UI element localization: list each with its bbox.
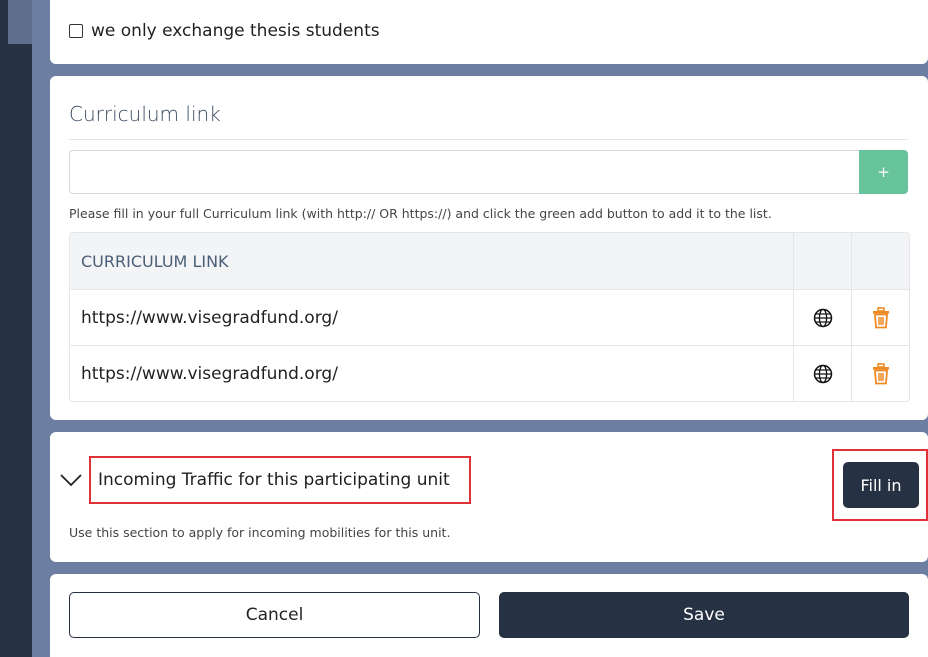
section-divider xyxy=(69,139,908,140)
thesis-checkbox-row[interactable]: we only exchange thesis students xyxy=(69,21,380,41)
thesis-checkbox-label: we only exchange thesis students xyxy=(91,21,380,41)
form-actions-card: Cancel Save xyxy=(50,574,928,657)
column-header-open xyxy=(793,233,851,289)
save-button[interactable]: Save xyxy=(499,592,909,638)
fill-in-highlight: Fill in xyxy=(832,449,928,521)
trash-icon xyxy=(872,306,889,328)
table-row: https://www.visegradfund.org/ xyxy=(70,345,909,401)
curriculum-help-text: Please fill in your full Curriculum link… xyxy=(69,206,772,221)
thesis-checkbox[interactable] xyxy=(69,24,83,38)
open-link-button[interactable] xyxy=(793,346,851,401)
curriculum-link-card: Curriculum link + Please fill in your fu… xyxy=(50,76,928,420)
cancel-button[interactable]: Cancel xyxy=(69,592,480,638)
fill-in-button[interactable]: Fill in xyxy=(843,462,919,508)
thesis-option-card: we only exchange thesis students xyxy=(50,0,928,64)
table-row: https://www.visegradfund.org/ xyxy=(70,289,909,345)
delete-link-button[interactable] xyxy=(851,346,909,401)
curriculum-link-input[interactable] xyxy=(69,150,859,194)
globe-icon xyxy=(813,364,832,383)
curriculum-link-table: CURRICULUM LINK https://www.visegradfund… xyxy=(69,232,910,402)
globe-icon xyxy=(813,308,832,327)
incoming-help-text: Use this section to apply for incoming m… xyxy=(69,525,451,540)
column-header-delete xyxy=(851,233,909,289)
left-sidebar xyxy=(0,0,32,657)
page-gutter xyxy=(32,0,50,657)
table-header-row: CURRICULUM LINK xyxy=(70,233,909,289)
incoming-traffic-title[interactable]: Incoming Traffic for this participating … xyxy=(89,456,471,504)
sidebar-active-indicator xyxy=(8,0,32,44)
open-link-button[interactable] xyxy=(793,290,851,345)
incoming-traffic-title-text: Incoming Traffic for this participating … xyxy=(98,470,450,490)
curriculum-section-title: Curriculum link xyxy=(69,102,221,126)
column-header-curriculum-link: CURRICULUM LINK xyxy=(81,251,229,271)
delete-link-button[interactable] xyxy=(851,290,909,345)
trash-icon xyxy=(872,362,889,384)
curriculum-link-cell: https://www.visegradfund.org/ xyxy=(81,363,338,384)
add-link-button[interactable]: + xyxy=(859,150,908,194)
curriculum-link-cell: https://www.visegradfund.org/ xyxy=(81,307,338,328)
incoming-traffic-card: Incoming Traffic for this participating … xyxy=(50,432,928,562)
chevron-down-icon[interactable] xyxy=(60,472,82,488)
